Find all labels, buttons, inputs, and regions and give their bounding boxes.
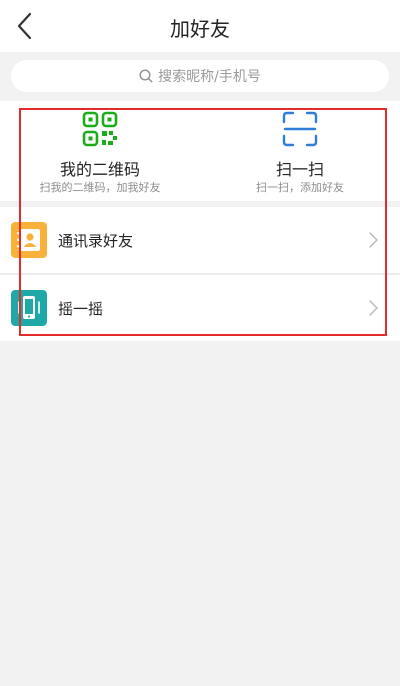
my-qr-code-button[interactable]: 我的二维码 扫我的二维码，加我好友: [0, 101, 200, 201]
search-area: 搜索昵称/手机号: [0, 52, 400, 100]
header-bar: 加好友: [0, 0, 400, 52]
my-qr-code-subtitle: 扫我的二维码，加我好友: [39, 181, 161, 194]
scan-title: 扫一扫: [275, 160, 324, 179]
search-icon: [139, 69, 153, 83]
list-item-label: 通讯录好友: [58, 232, 134, 250]
add-friend-list: 通讯录好友 摇一摇: [0, 207, 400, 341]
page-title: 加好友: [170, 17, 230, 41]
search-input[interactable]: 搜索昵称/手机号: [11, 60, 389, 92]
chevron-right-icon: [369, 300, 378, 316]
chevron-right-icon: [369, 232, 378, 248]
shake-phone-icon: [11, 290, 47, 326]
list-item-label: 摇一摇: [58, 300, 104, 318]
search-placeholder: 搜索昵称/手机号: [158, 69, 261, 85]
list-item-shake[interactable]: 摇一摇: [0, 275, 400, 341]
scan-button[interactable]: 扫一扫 扫一扫，添加好友: [200, 101, 400, 201]
my-qr-code-title: 我的二维码: [59, 160, 140, 179]
qr-code-icon: [82, 111, 118, 147]
list-item-contacts[interactable]: 通讯录好友: [0, 207, 400, 273]
add-friend-actions: 我的二维码 扫我的二维码，加我好友 扫一扫 扫一扫，添加好友: [0, 101, 400, 201]
contacts-icon: [11, 222, 47, 258]
scan-icon: [282, 111, 318, 147]
scan-subtitle: 扫一扫，添加好友: [256, 181, 344, 194]
